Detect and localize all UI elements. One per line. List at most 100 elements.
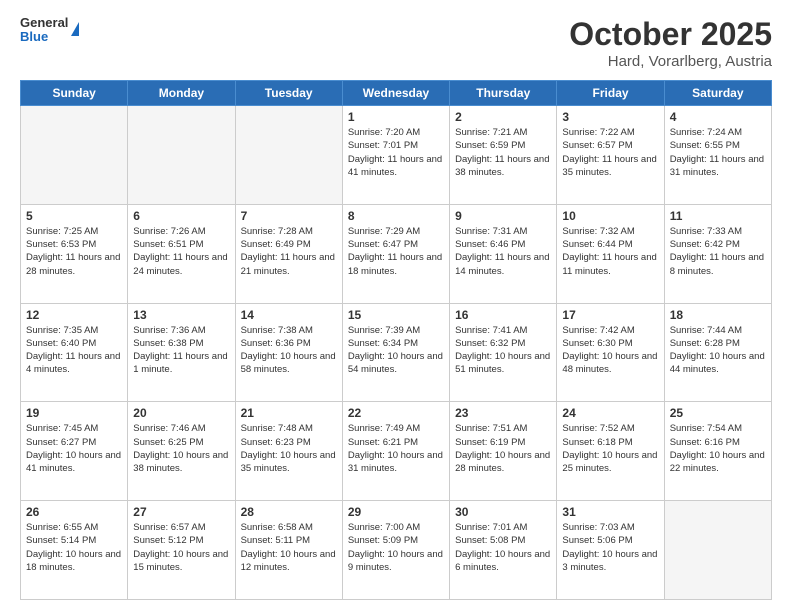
table-row: 25Sunrise: 7:54 AMSunset: 6:16 PMDayligh… (664, 402, 771, 501)
day-number: 13 (133, 308, 229, 322)
table-row: 28 Sunrise: 6:58 AMSunset: 5:11 PMDayligh… (235, 501, 342, 600)
page: General Blue October 2025 Hard, Vorarlbe… (0, 0, 792, 612)
day-info: Sunrise: 7:28 AMSunset: 6:49 PMDaylight:… (241, 225, 337, 278)
day-header-thursday: Thursday (450, 81, 557, 106)
day-info: Sunrise: 7:46 AMSunset: 6:25 PMDaylight:… (133, 422, 229, 475)
logo-general-text: General (20, 16, 68, 30)
day-number: 2 (455, 110, 551, 124)
day-header-monday: Monday (128, 81, 235, 106)
calendar-week-row: 26 Sunrise: 6:55 AMSunset: 5:14 PMDayligh… (21, 501, 772, 600)
day-header-friday: Friday (557, 81, 664, 106)
calendar-title: October 2025 (569, 16, 772, 53)
day-info: Sunrise: 7:22 AMSunset: 6:57 PMDaylight:… (562, 126, 658, 179)
day-number: 8 (348, 209, 444, 223)
day-header-saturday: Saturday (664, 81, 771, 106)
day-info: Sunrise: 7:25 AMSunset: 6:53 PMDaylight:… (26, 225, 122, 278)
day-info: Sunrise: 7:29 AMSunset: 6:47 PMDaylight:… (348, 225, 444, 278)
calendar-header-row: Sunday Monday Tuesday Wednesday Thursday… (21, 81, 772, 106)
table-row: 24 Sunrise: 7:52 AMSunset: 6:18 PMDayligh… (557, 402, 664, 501)
logo-blue-text: Blue (20, 30, 68, 44)
table-row: 20 Sunrise: 7:46 AMSunset: 6:25 PMDayligh… (128, 402, 235, 501)
table-row: 18Sunrise: 7:44 AMSunset: 6:28 PMDayligh… (664, 303, 771, 402)
day-info: Sunrise: 7:48 AMSunset: 6:23 PMDaylight:… (241, 422, 337, 475)
day-number: 20 (133, 406, 229, 420)
day-number: 3 (562, 110, 658, 124)
calendar-subtitle: Hard, Vorarlberg, Austria (569, 53, 772, 70)
day-number: 25 (670, 406, 766, 420)
day-info: Sunrise: 6:55 AMSunset: 5:14 PMDaylight:… (26, 521, 122, 574)
table-row: 19 Sunrise: 7:45 AMSunset: 6:27 PMDayligh… (21, 402, 128, 501)
day-number: 26 (26, 505, 122, 519)
day-number: 31 (562, 505, 658, 519)
table-row: 23 Sunrise: 7:51 AMSunset: 6:19 PMDayligh… (450, 402, 557, 501)
day-info: Sunrise: 7:45 AMSunset: 6:27 PMDaylight:… (26, 422, 122, 475)
day-info: Sunrise: 7:42 AMSunset: 6:30 PMDaylight:… (562, 324, 658, 377)
day-number: 7 (241, 209, 337, 223)
day-number: 29 (348, 505, 444, 519)
calendar-table: Sunday Monday Tuesday Wednesday Thursday… (20, 80, 772, 600)
table-row (235, 106, 342, 205)
calendar-week-row: 1Sunrise: 7:20 AMSunset: 7:01 PMDaylight… (21, 106, 772, 205)
table-row (664, 501, 771, 600)
day-info: Sunrise: 7:24 AMSunset: 6:55 PMDaylight:… (670, 126, 766, 179)
table-row: 7 Sunrise: 7:28 AMSunset: 6:49 PMDaylight… (235, 204, 342, 303)
logo: General Blue (20, 16, 79, 45)
day-header-wednesday: Wednesday (342, 81, 449, 106)
table-row: 5 Sunrise: 7:25 AMSunset: 6:53 PMDaylight… (21, 204, 128, 303)
table-row: 30 Sunrise: 7:01 AMSunset: 5:08 PMDayligh… (450, 501, 557, 600)
day-info: Sunrise: 7:38 AMSunset: 6:36 PMDaylight:… (241, 324, 337, 377)
table-row: 12Sunrise: 7:35 AMSunset: 6:40 PMDayligh… (21, 303, 128, 402)
calendar-week-row: 12Sunrise: 7:35 AMSunset: 6:40 PMDayligh… (21, 303, 772, 402)
day-number: 10 (562, 209, 658, 223)
table-row: 3 Sunrise: 7:22 AMSunset: 6:57 PMDaylight… (557, 106, 664, 205)
table-row: 29 Sunrise: 7:00 AMSunset: 5:09 PMDayligh… (342, 501, 449, 600)
day-header-tuesday: Tuesday (235, 81, 342, 106)
day-info: Sunrise: 7:51 AMSunset: 6:19 PMDaylight:… (455, 422, 551, 475)
calendar-week-row: 19 Sunrise: 7:45 AMSunset: 6:27 PMDayligh… (21, 402, 772, 501)
day-info: Sunrise: 7:03 AMSunset: 5:06 PMDaylight:… (562, 521, 658, 574)
day-number: 23 (455, 406, 551, 420)
day-number: 1 (348, 110, 444, 124)
table-row: 21Sunrise: 7:48 AMSunset: 6:23 PMDayligh… (235, 402, 342, 501)
day-header-sunday: Sunday (21, 81, 128, 106)
day-number: 22 (348, 406, 444, 420)
day-info: Sunrise: 7:01 AMSunset: 5:08 PMDaylight:… (455, 521, 551, 574)
table-row: 26 Sunrise: 6:55 AMSunset: 5:14 PMDayligh… (21, 501, 128, 600)
table-row: 9 Sunrise: 7:31 AMSunset: 6:46 PMDaylight… (450, 204, 557, 303)
day-info: Sunrise: 7:00 AMSunset: 5:09 PMDaylight:… (348, 521, 444, 574)
day-info: Sunrise: 7:32 AMSunset: 6:44 PMDaylight:… (562, 225, 658, 278)
header: General Blue October 2025 Hard, Vorarlbe… (20, 16, 772, 70)
day-info: Sunrise: 7:31 AMSunset: 6:46 PMDaylight:… (455, 225, 551, 278)
day-number: 30 (455, 505, 551, 519)
calendar-week-row: 5 Sunrise: 7:25 AMSunset: 6:53 PMDaylight… (21, 204, 772, 303)
day-number: 6 (133, 209, 229, 223)
day-number: 5 (26, 209, 122, 223)
day-number: 24 (562, 406, 658, 420)
table-row: 11 Sunrise: 7:33 AMSunset: 6:42 PMDayligh… (664, 204, 771, 303)
day-info: Sunrise: 7:21 AMSunset: 6:59 PMDaylight:… (455, 126, 551, 179)
table-row: 8 Sunrise: 7:29 AMSunset: 6:47 PMDaylight… (342, 204, 449, 303)
table-row: 10 Sunrise: 7:32 AMSunset: 6:44 PMDayligh… (557, 204, 664, 303)
table-row: 2 Sunrise: 7:21 AMSunset: 6:59 PMDaylight… (450, 106, 557, 205)
day-number: 19 (26, 406, 122, 420)
day-info: Sunrise: 7:33 AMSunset: 6:42 PMDaylight:… (670, 225, 766, 278)
day-info: Sunrise: 6:58 AMSunset: 5:11 PMDaylight:… (241, 521, 337, 574)
table-row: 13 Sunrise: 7:36 AMSunset: 6:38 PMDayligh… (128, 303, 235, 402)
day-number: 28 (241, 505, 337, 519)
table-row: 31 Sunrise: 7:03 AMSunset: 5:06 PMDayligh… (557, 501, 664, 600)
day-number: 18 (670, 308, 766, 322)
day-info: Sunrise: 6:57 AMSunset: 5:12 PMDaylight:… (133, 521, 229, 574)
day-info: Sunrise: 7:52 AMSunset: 6:18 PMDaylight:… (562, 422, 658, 475)
day-number: 17 (562, 308, 658, 322)
day-info: Sunrise: 7:41 AMSunset: 6:32 PMDaylight:… (455, 324, 551, 377)
table-row: 17 Sunrise: 7:42 AMSunset: 6:30 PMDayligh… (557, 303, 664, 402)
day-info: Sunrise: 7:36 AMSunset: 6:38 PMDaylight:… (133, 324, 229, 377)
table-row (128, 106, 235, 205)
day-number: 27 (133, 505, 229, 519)
day-number: 9 (455, 209, 551, 223)
table-row (21, 106, 128, 205)
day-number: 11 (670, 209, 766, 223)
table-row: 16Sunrise: 7:41 AMSunset: 6:32 PMDayligh… (450, 303, 557, 402)
day-info: Sunrise: 7:26 AMSunset: 6:51 PMDaylight:… (133, 225, 229, 278)
day-number: 12 (26, 308, 122, 322)
